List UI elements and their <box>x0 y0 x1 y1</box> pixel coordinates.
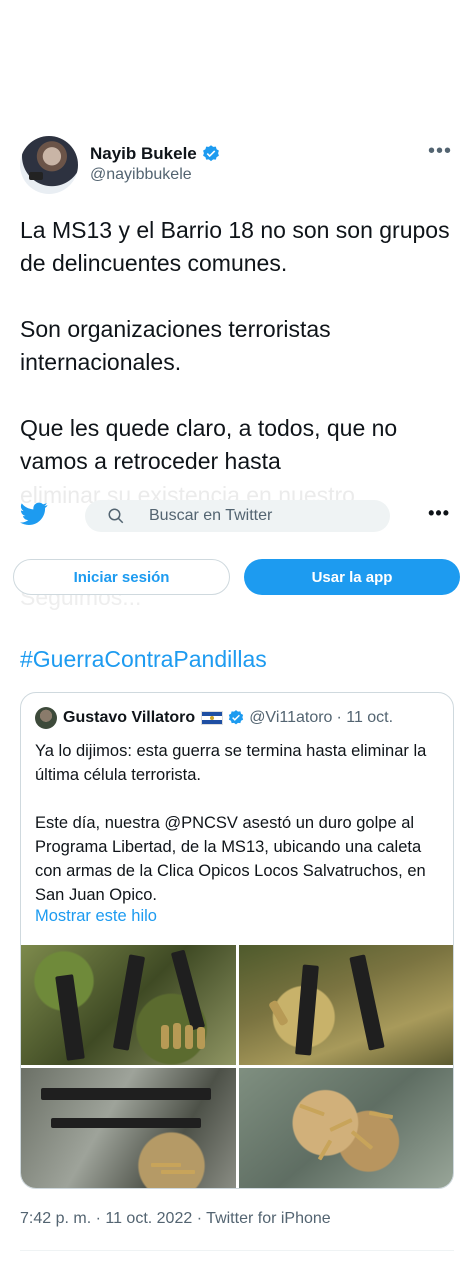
magazine-shape <box>268 999 289 1027</box>
magazine-shape <box>173 1023 181 1049</box>
media-photo-ammunition[interactable] <box>239 1068 453 1188</box>
more-options-icon[interactable]: ••• <box>428 140 452 163</box>
microphone-icon <box>29 172 43 180</box>
quoted-author-name: Gustavo Villatoro <box>63 709 196 726</box>
hashtag-link[interactable]: #GuerraContraPandillas <box>20 646 267 673</box>
bullet-shape <box>161 1170 195 1174</box>
rifle-shape <box>51 1118 201 1128</box>
twitter-logo-icon[interactable] <box>20 502 48 526</box>
rifle-shape <box>41 1088 211 1100</box>
quoted-tweet-header: Gustavo Villatoro @Vi11atoro · 11 oct. <box>35 707 393 729</box>
more-menu-icon[interactable]: ••• <box>428 503 450 524</box>
login-button[interactable]: Iniciar sesión <box>13 559 230 595</box>
divider <box>20 1250 454 1251</box>
quoted-date: · 11 oct. <box>336 709 394 726</box>
tweet-paragraph: Son organizaciones terroristas internaci… <box>20 316 331 375</box>
show-thread-link[interactable]: Mostrar este hilo <box>35 907 157 926</box>
quoted-avatar <box>35 707 57 729</box>
bullet-shape <box>368 1110 394 1120</box>
quoted-author-handle: @Vi11atoro <box>249 709 333 726</box>
media-photo-weapons-bag[interactable] <box>21 1068 236 1188</box>
bullet-shape <box>299 1103 325 1117</box>
media-photo-rifles-grass[interactable] <box>239 945 453 1065</box>
bullet-shape <box>329 1118 353 1132</box>
rifle-shape <box>170 949 206 1031</box>
search-input[interactable]: Buscar en Twitter <box>85 500 390 532</box>
magazine-shape <box>197 1027 205 1049</box>
top-bar: Buscar en Twitter ••• <box>0 492 474 540</box>
tweet-header: Nayib Bukele @nayibbukele ••• <box>20 136 454 196</box>
quoted-paragraph: Ya lo dijimos: esta guerra se termina ha… <box>35 742 427 784</box>
bullet-shape <box>317 1139 333 1161</box>
quoted-tweet-body: Ya lo dijimos: esta guerra se termina ha… <box>35 739 445 931</box>
rifle-shape <box>112 954 146 1051</box>
tweet-paragraph: La MS13 y el Barrio 18 no son son grupos… <box>20 217 450 276</box>
magazine-shape <box>161 1025 169 1049</box>
verified-badge-icon <box>202 145 219 162</box>
rifle-shape <box>55 974 85 1061</box>
author-handle[interactable]: @nayibbukele <box>90 166 221 184</box>
rifle-shape <box>349 954 385 1051</box>
search-placeholder: Buscar en Twitter <box>149 507 273 524</box>
tweet-timestamp[interactable]: 7:42 p. m. · 11 oct. 2022 · Twitter for … <box>20 1210 331 1228</box>
el-salvador-flag-icon <box>201 711 224 725</box>
search-icon <box>108 508 124 524</box>
bullet-shape <box>350 1130 374 1150</box>
verified-badge-icon <box>229 710 244 725</box>
bullet-shape <box>151 1163 181 1167</box>
quoted-tweet[interactable]: Gustavo Villatoro @Vi11atoro · 11 oct. Y… <box>20 692 454 1189</box>
author-name-text[interactable]: Nayib Bukele <box>90 144 197 164</box>
magazine-shape <box>185 1025 193 1049</box>
use-app-button[interactable]: Usar la app <box>244 559 460 595</box>
tweet-paragraph: Que les quede claro, a todos, que no vam… <box>20 415 398 474</box>
author-name[interactable]: Nayib Bukele <box>90 144 221 164</box>
author-block: Nayib Bukele @nayibbukele <box>90 144 221 184</box>
media-grid <box>21 945 453 1188</box>
media-photo-rifles[interactable] <box>21 945 236 1065</box>
quoted-paragraph: Este día, nuestra @PNCSV asestó un duro … <box>35 814 426 904</box>
avatar[interactable] <box>20 136 78 194</box>
rifle-shape <box>295 964 319 1056</box>
tweet-body: La MS13 y el Barrio 18 no son son grupos… <box>20 214 450 511</box>
